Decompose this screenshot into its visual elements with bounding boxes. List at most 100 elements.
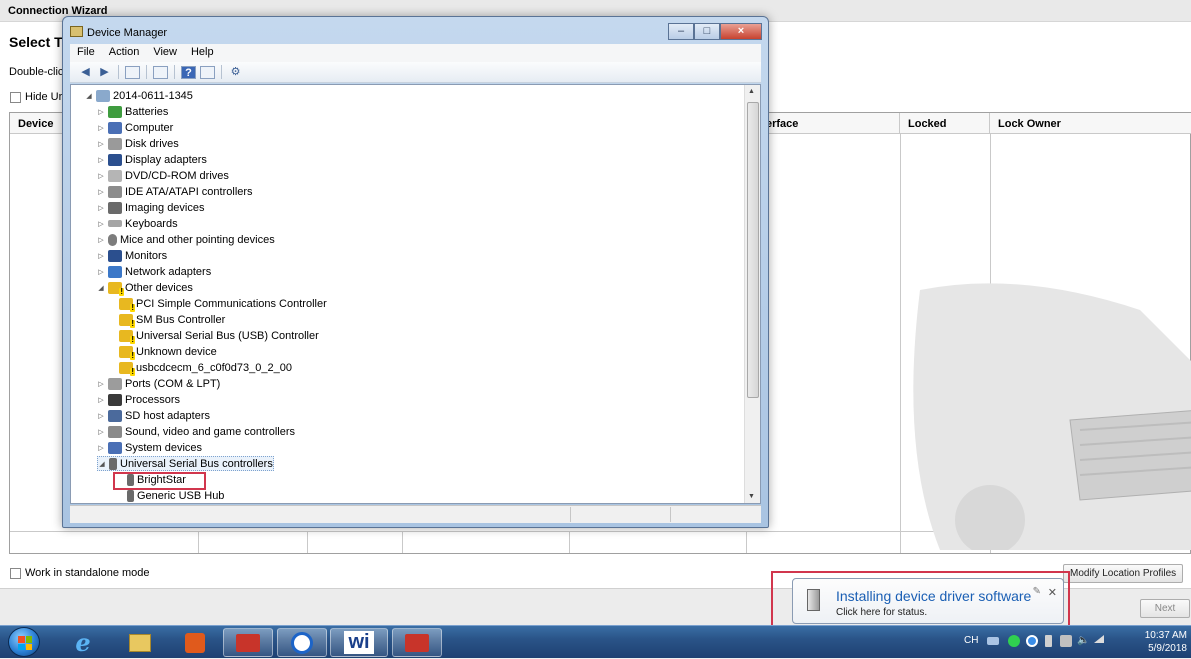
media-player-taskbar-button[interactable] <box>170 628 220 657</box>
minimize-button[interactable]: – <box>668 23 694 40</box>
tree-item-sound[interactable]: ▷ Sound, video and game controllers <box>97 424 295 439</box>
taskbar: e wi CH 🔈 10:37 AM 5/9/2018 <box>0 625 1191 658</box>
tree-root[interactable]: ◢ 2014-0611-1345 <box>85 88 193 103</box>
up-one-level-icon[interactable] <box>125 65 140 79</box>
green-status-icon[interactable] <box>1008 635 1020 647</box>
tree-item-disk-drives[interactable]: ▷ Disk drives <box>97 136 179 151</box>
expand-arrow-icon[interactable]: ▷ <box>97 268 105 276</box>
tree-item-usb-controller[interactable]: Universal Serial Bus (USB) Controller <box>119 328 319 344</box>
help-icon[interactable]: ? <box>181 65 196 79</box>
keyboard-icon[interactable] <box>987 637 999 645</box>
standalone-checkbox-box[interactable] <box>10 567 21 579</box>
system-device-icon <box>108 441 122 454</box>
tree-item-pci-controller[interactable]: PCI Simple Communications Controller <box>119 296 327 312</box>
tree-item-display-adapters[interactable]: ▷ Display adapters <box>97 152 207 167</box>
close-button[interactable]: × <box>720 23 762 40</box>
toolbox-app-2-taskbar-button[interactable] <box>392 628 442 657</box>
collapse-arrow-icon[interactable]: ◢ <box>98 460 106 468</box>
tree-item-generic-usb-hub[interactable]: Generic USB Hub <box>127 488 224 503</box>
start-button[interactable] <box>8 627 40 657</box>
hide-unavailable-checkbox[interactable]: Hide Ur <box>10 91 62 103</box>
tree-item-processors[interactable]: ▷ Processors <box>97 392 180 407</box>
tree-item-network-adapters[interactable]: ▷ Network adapters <box>97 264 211 279</box>
blue-app-icon[interactable] <box>1026 635 1038 647</box>
collapse-arrow-icon[interactable]: ◢ <box>97 284 105 292</box>
back-icon[interactable]: ◀ <box>78 66 93 79</box>
tree-item-label: Network adapters <box>125 265 212 278</box>
expand-arrow-icon[interactable]: ▷ <box>97 428 105 436</box>
menu-file[interactable]: File <box>70 44 102 62</box>
clock[interactable]: 10:37 AM 5/9/2018 <box>1145 629 1187 655</box>
network-signal-icon[interactable] <box>1094 635 1104 643</box>
expand-arrow-icon[interactable]: ▷ <box>97 396 105 404</box>
tree-item-keyboards[interactable]: ▷ Keyboards <box>97 216 177 231</box>
tree-item-batteries[interactable]: ▷ Batteries <box>97 104 168 119</box>
maximize-button[interactable]: □ <box>694 23 720 40</box>
tree-item-usb-controllers[interactable]: ◢ Universal Serial Bus controllers <box>97 456 274 471</box>
close-icon[interactable]: ✕ <box>1048 586 1057 599</box>
toolbox-app-taskbar-button[interactable] <box>223 628 273 657</box>
language-indicator[interactable]: CH <box>964 635 978 646</box>
usb-device-tray-icon[interactable] <box>1045 635 1052 647</box>
highlight-box-brightstar <box>113 472 206 490</box>
tree-item-ide-controllers[interactable]: ▷ IDE ATA/ATAPI controllers <box>97 184 253 199</box>
notification-title[interactable]: Installing device driver software <box>836 588 1031 604</box>
action-center-icon[interactable] <box>1060 635 1072 647</box>
processor-icon <box>108 393 122 406</box>
expand-arrow-icon[interactable]: ▷ <box>97 412 105 420</box>
modify-location-profiles-button[interactable]: Modify Location Profiles <box>1063 564 1184 583</box>
expand-arrow-icon[interactable]: ▷ <box>97 124 105 132</box>
expand-arrow-icon[interactable]: ▷ <box>97 108 105 116</box>
tree-item-usbcdcecm[interactable]: usbcdcecm_6_c0f0d73_0_2_00 <box>119 360 292 376</box>
tree-item-mice[interactable]: ▷ Mice and other pointing devices <box>97 232 275 247</box>
tree-item-imaging-devices[interactable]: ▷ Imaging devices <box>97 200 205 215</box>
options-icon[interactable]: ✎ <box>1033 586 1041 597</box>
menu-view[interactable]: View <box>146 44 184 62</box>
expand-arrow-icon[interactable]: ▷ <box>97 204 105 212</box>
expand-arrow-icon[interactable]: ▷ <box>97 188 105 196</box>
menu-action[interactable]: Action <box>102 44 147 62</box>
scan-hardware-icon[interactable]: ⚙ <box>228 66 243 79</box>
standalone-checkbox-label: Work in standalone mode <box>25 567 150 579</box>
collapse-arrow-icon[interactable]: ◢ <box>85 92 93 100</box>
forward-icon[interactable]: ▶ <box>97 66 112 79</box>
file-explorer-taskbar-button[interactable] <box>115 628 165 657</box>
tree-item-other-devices[interactable]: ◢ Other devices <box>97 280 193 296</box>
expand-arrow-icon[interactable]: ▷ <box>97 220 105 228</box>
properties-icon[interactable] <box>153 65 168 79</box>
menu-help[interactable]: Help <box>184 44 221 62</box>
tree-item-unknown-device[interactable]: Unknown device <box>119 344 217 360</box>
scroll-down-icon[interactable]: ▼ <box>748 493 755 500</box>
column-header-interface[interactable]: erface <box>746 113 900 134</box>
column-header-locked[interactable]: Locked <box>900 113 990 134</box>
next-button[interactable]: Next <box>1140 599 1190 618</box>
tree-item-computer[interactable]: ▷ Computer <box>97 120 173 135</box>
expand-arrow-icon[interactable]: ▷ <box>97 444 105 452</box>
column-divider <box>746 531 747 553</box>
expand-arrow-icon[interactable]: ▷ <box>97 140 105 148</box>
vertical-scrollbar[interactable]: ▲ ▼ <box>744 85 760 503</box>
volume-icon[interactable]: 🔈 <box>1077 635 1089 647</box>
hide-checkbox-box[interactable] <box>10 91 21 103</box>
expand-arrow-icon[interactable]: ▷ <box>97 252 105 260</box>
tree-item-ports[interactable]: ▷ Ports (COM & LPT) <box>97 376 220 391</box>
teamviewer-taskbar-button[interactable] <box>277 628 327 657</box>
scrollbar-thumb[interactable] <box>747 102 759 398</box>
network-adapter-icon <box>108 265 122 278</box>
scroll-up-icon[interactable]: ▲ <box>748 88 755 95</box>
standalone-mode-checkbox[interactable]: Work in standalone mode <box>10 567 150 579</box>
expand-arrow-icon[interactable]: ▷ <box>97 380 105 388</box>
wi-app-taskbar-button[interactable]: wi <box>330 628 388 657</box>
internet-explorer-taskbar-button[interactable]: e <box>58 628 108 657</box>
expand-arrow-icon[interactable]: ▷ <box>97 236 105 244</box>
expand-arrow-icon[interactable]: ▷ <box>97 172 105 180</box>
tree-item-sd-host[interactable]: ▷ SD host adapters <box>97 408 210 423</box>
expand-arrow-icon[interactable]: ▷ <box>97 156 105 164</box>
console-tree-icon[interactable] <box>200 65 215 79</box>
tree-item-sm-bus[interactable]: SM Bus Controller <box>119 312 225 328</box>
tree-item-monitors[interactable]: ▷ Monitors <box>97 248 167 263</box>
driver-install-notification[interactable]: Installing device driver software Click … <box>792 578 1064 624</box>
column-header-lock-owner[interactable]: Lock Owner <box>990 113 1191 134</box>
tree-item-dvd-drives[interactable]: ▷ DVD/CD-ROM drives <box>97 168 229 183</box>
tree-item-system-devices[interactable]: ▷ System devices <box>97 440 202 455</box>
